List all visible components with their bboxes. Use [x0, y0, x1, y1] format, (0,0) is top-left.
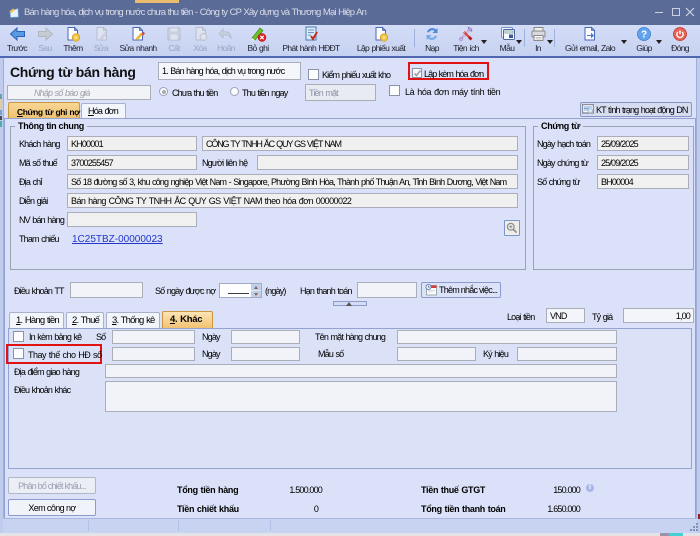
svg-text:?: ? — [641, 30, 647, 41]
